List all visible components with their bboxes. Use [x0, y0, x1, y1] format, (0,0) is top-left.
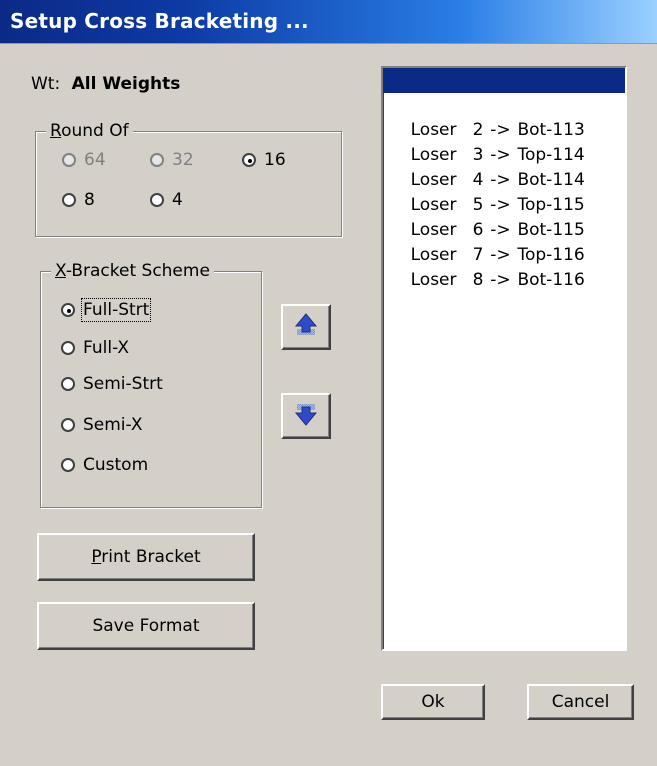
list-item-num: 5 [472, 195, 484, 215]
list-item-num: 6 [472, 220, 484, 240]
list-item-arrow: -> [490, 170, 511, 190]
list-item-who: Loser [410, 270, 457, 290]
weight-value: All Weights [71, 74, 181, 94]
round-of-option[interactable]: 8 [62, 190, 95, 210]
round-of-option: 32 [150, 150, 194, 170]
x-bracket-scheme-legend: X-Bracket Scheme [51, 261, 214, 281]
radio-button-icon [61, 458, 75, 472]
x-bracket-legend-rest: -Bracket Scheme [65, 261, 210, 281]
radio-button-icon [150, 193, 164, 207]
list-item-dest: Bot-115 [517, 220, 585, 240]
radio-label: 8 [84, 190, 95, 210]
round-of-legend: Round Of [46, 121, 133, 141]
list-item-arrow: -> [490, 245, 511, 265]
radio-label: Full-Strt [80, 298, 152, 322]
move-up-button[interactable] [281, 304, 331, 350]
round-of-legend-rest: ound Of [61, 121, 129, 141]
list-item-who: Loser [410, 170, 457, 190]
radio-label: Semi-X [83, 415, 143, 435]
cancel-button[interactable]: Cancel [527, 684, 634, 720]
list-item-dest: Top-113 [517, 95, 585, 115]
list-item-num: 2 [472, 120, 484, 140]
round-of-option[interactable]: 4 [150, 190, 183, 210]
list-item-who: Loser [410, 145, 457, 165]
list-item-dest: Top-115 [517, 195, 585, 215]
radio-label: 4 [172, 190, 183, 210]
print-bracket-mnemonic: P [91, 547, 102, 567]
save-format-button[interactable]: Save Format [37, 602, 255, 650]
list-item-arrow: -> [490, 270, 511, 290]
radio-button-icon [61, 303, 75, 317]
print-bracket-label: Print Bracket [91, 547, 200, 567]
radio-label: 64 [84, 150, 106, 170]
radio-button-icon [61, 377, 75, 391]
list-item[interactable]: Loser 1 -> Top-113 [383, 68, 625, 115]
print-bracket-button[interactable]: Print Bracket [37, 533, 255, 581]
list-item-num: 8 [472, 270, 484, 290]
list-item-dest: Top-114 [517, 145, 585, 165]
list-item-who: Loser [410, 245, 457, 265]
x-bracket-option[interactable]: Custom [61, 455, 148, 475]
list-item-arrow: -> [490, 95, 511, 115]
save-format-label: Save Format [92, 616, 200, 636]
list-item-who: Loser [410, 120, 457, 140]
radio-button-icon [62, 193, 76, 207]
weight-label: Wt: [31, 74, 61, 94]
weight-row: Wt: All Weights [31, 74, 180, 94]
print-bracket-rest: rint Bracket [101, 547, 201, 567]
list-item-num: 1 [472, 95, 484, 115]
x-bracket-option[interactable]: Semi-Strt [61, 374, 163, 394]
radio-button-icon [62, 153, 76, 167]
title-bar: Setup Cross Bracketing ... [0, 0, 657, 44]
list-item-num: 7 [472, 245, 484, 265]
radio-button-icon [61, 341, 75, 355]
x-bracket-legend-mnemonic: X [55, 261, 66, 281]
round-of-option[interactable]: 16 [242, 150, 286, 170]
list-item-dest: Top-116 [517, 245, 585, 265]
round-of-legend-mnemonic: R [50, 121, 62, 141]
list-item-num: 3 [472, 145, 484, 165]
list-item-who: Loser [410, 220, 457, 240]
loser-mapping-list[interactable]: Loser 1 -> Top-113 Loser 2 -> Bot-113 Loser 3 ->… [381, 66, 627, 651]
radio-button-icon [150, 153, 164, 167]
radio-label: Semi-Strt [83, 374, 163, 394]
x-bracket-scheme-group: X-Bracket Scheme Full-Strt Full-X Semi-S… [40, 261, 262, 508]
list-item-arrow: -> [490, 220, 511, 240]
move-down-button[interactable] [281, 393, 331, 439]
radio-label: Full-X [83, 338, 130, 358]
list-item-who: Loser [410, 195, 457, 215]
list-item-dest: Bot-114 [517, 170, 585, 190]
list-item-dest: Bot-113 [517, 120, 585, 140]
x-bracket-option[interactable]: Semi-X [61, 415, 142, 435]
list-item-arrow: -> [490, 195, 511, 215]
ok-label: Ok [421, 692, 445, 712]
round-of-group: Round Of 64 32 16 8 4 [35, 121, 342, 237]
list-item-dest: Bot-116 [517, 270, 585, 290]
ok-button[interactable]: Ok [381, 684, 485, 720]
list-item-who: Loser [410, 95, 457, 115]
radio-label: 16 [264, 150, 286, 170]
list-item-num: 4 [472, 170, 484, 190]
x-bracket-option[interactable]: Full-Strt [61, 298, 152, 322]
radio-label: 32 [172, 150, 194, 170]
round-of-option: 64 [62, 150, 106, 170]
move-down-icon [291, 401, 321, 432]
move-up-icon [291, 312, 321, 343]
list-item-arrow: -> [490, 145, 511, 165]
cancel-label: Cancel [551, 692, 610, 712]
window-title: Setup Cross Bracketing ... [10, 9, 309, 33]
radio-label: Custom [83, 455, 149, 475]
list-item-arrow: -> [490, 120, 511, 140]
radio-button-icon [242, 153, 256, 167]
x-bracket-option[interactable]: Full-X [61, 338, 129, 358]
radio-button-icon [61, 418, 75, 432]
